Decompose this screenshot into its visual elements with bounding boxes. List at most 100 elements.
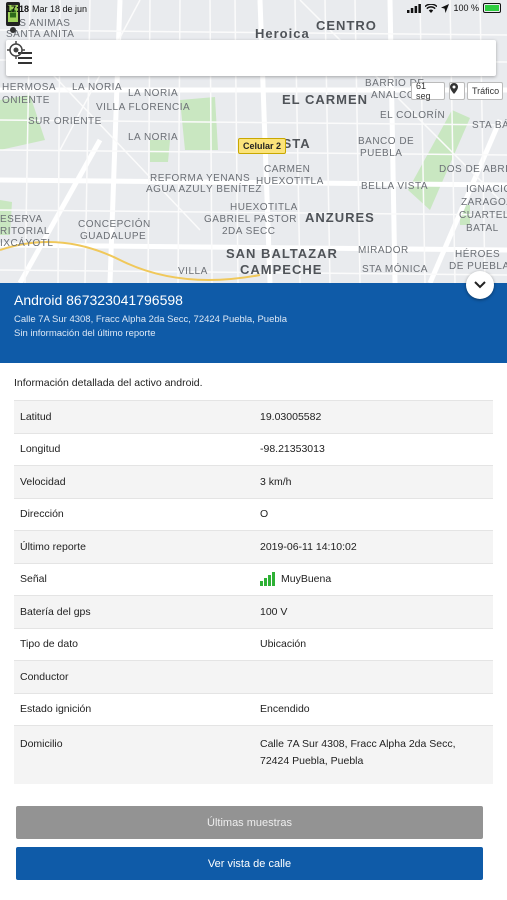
detail-key: Conductor — [14, 660, 254, 693]
detail-value — [254, 660, 493, 693]
map-label-major: CAMPECHE — [240, 262, 323, 277]
detail-value: 2019-06-11 14:10:02 — [254, 530, 493, 563]
collapse-panel-button[interactable] — [466, 271, 494, 299]
map-label: REFORMA — [150, 173, 204, 184]
signal-strength-icon — [260, 572, 275, 587]
map-label: STA MÓNICA — [362, 264, 428, 275]
detail-value: 19.03005582 — [254, 400, 493, 433]
map-label: BATAL — [466, 223, 499, 234]
map-label: Y BENÍTEZ — [206, 184, 262, 195]
map-label: VILLA — [178, 266, 208, 277]
map-label: HUEXOTITLA — [256, 176, 324, 187]
map-label: HUEXOTITLA — [230, 202, 298, 213]
table-row: Batería del gps 100 V — [14, 595, 493, 628]
detail-value: Ubicación — [254, 627, 493, 661]
table-row: Estado ignición Encendido — [14, 692, 493, 726]
map-label: DOS DE ABRIL — [439, 164, 507, 175]
map-label: CONCEPCIÓN — [78, 219, 151, 230]
battery-percent: 100 % — [453, 3, 479, 13]
map-label: LA NORIA — [72, 82, 123, 93]
refresh-interval-chip[interactable]: 61 seg — [411, 81, 445, 101]
map-label-major: CENTRO — [316, 18, 377, 33]
map-search-bar[interactable] — [6, 40, 496, 76]
table-row: Longitud -98.21353013 — [14, 432, 493, 466]
map-label: YENANS — [206, 173, 251, 184]
detail-value: -98.21353013 — [254, 432, 493, 466]
detail-value: O — [254, 497, 493, 531]
wifi-icon — [425, 3, 438, 13]
map-label: MIRADOR — [358, 245, 409, 256]
table-row: Último reporte 2019-06-11 14:10:02 — [14, 530, 493, 563]
map-label: HERMOSA — [2, 82, 57, 93]
detail-key: Tipo de dato — [14, 627, 254, 661]
details-intro: Información detallada del activo android… — [14, 377, 203, 389]
detail-key: Dirección — [14, 497, 254, 531]
ios-status-bar: 17:18 Mar 18 de jun 100 % — [0, 0, 507, 18]
map-label: LA NORIA — [128, 88, 179, 99]
detail-value: MuyBuena — [281, 573, 332, 586]
map-label: CARMEN — [264, 164, 311, 175]
map-label: HÉROES — [455, 249, 501, 260]
map-label: IGNACIO — [466, 184, 507, 195]
table-row: Señal MuyBuena — [14, 562, 493, 596]
status-time: 17:18 — [6, 4, 30, 14]
map-label-major: EL CARMEN — [282, 92, 369, 107]
map-label: GABRIEL PASTOR — [204, 214, 297, 225]
asset-header: Android 867323041796598 Calle 7A Sur 430… — [0, 283, 507, 363]
detail-key: Estado ignición — [14, 692, 254, 726]
detail-key: Último reporte — [14, 530, 254, 563]
detail-value: 100 V — [254, 595, 493, 628]
map-label: BANCO DE — [358, 136, 415, 147]
map-label-major: SAN BALTAZAR — [226, 246, 338, 261]
map-pin-icon — [450, 83, 458, 94]
detail-value: Encendido — [254, 692, 493, 726]
map-label: IXCÁYOTL — [0, 238, 54, 249]
traffic-toggle-button[interactable]: Tráfico — [467, 82, 503, 100]
map-label: VILLA FLORENCIA — [96, 102, 191, 113]
map-label: ANALCO — [371, 90, 416, 101]
map-label: PUEBLA — [360, 148, 403, 159]
map-label: ONIENTE — [2, 95, 50, 106]
table-row: Dirección O — [14, 497, 493, 531]
table-row: Conductor — [14, 660, 493, 693]
table-row: Tipo de dato Ubicación — [14, 627, 493, 661]
map-label: CUARTEL — [459, 210, 507, 221]
detail-key: Batería del gps — [14, 595, 254, 628]
map-label: ESERVA — [0, 214, 43, 225]
map-label-major: ANZURES — [305, 210, 375, 225]
cellular-signal-icon — [407, 3, 422, 13]
map-label: STA BÁ — [472, 120, 507, 131]
detail-key: Señal — [14, 562, 254, 596]
table-row: Latitud 19.03005582 — [14, 400, 493, 433]
detail-value: 3 km/h — [254, 465, 493, 498]
detail-key: Domicilio — [14, 725, 254, 784]
detail-key: Longitud — [14, 432, 254, 466]
asset-title: Android 867323041796598 — [14, 292, 183, 308]
detail-value: Calle 7A Sur 4308, Fracc Alpha 2da Secc,… — [254, 725, 493, 784]
map-label: RITORIAL — [0, 226, 50, 237]
detail-key: Latitud — [14, 400, 254, 433]
map-label: SUR ORIENTE — [28, 116, 102, 127]
table-row: Velocidad 3 km/h — [14, 465, 493, 498]
asset-last-report-note: Sin información del último reporte — [14, 328, 156, 339]
pin-toggle-button[interactable] — [449, 82, 465, 100]
map-label: ZARAGOZA — [461, 197, 507, 208]
map-label: EL COLORÍN — [380, 110, 446, 121]
asset-details-table: Latitud 19.03005582 Longitud -98.2135301… — [14, 400, 493, 784]
chevron-down-icon — [474, 281, 486, 289]
map-label: 2DA SECC — [222, 226, 276, 237]
my-location-icon[interactable] — [6, 40, 26, 60]
latest-samples-button[interactable]: Últimas muestras — [16, 806, 483, 839]
asset-address: Calle 7A Sur 4308, Fracc Alpha 2da Secc,… — [14, 314, 288, 325]
detail-value-cell: MuyBuena — [254, 562, 493, 596]
map-label: GUADALUPE — [80, 231, 147, 242]
map-label: AGUA AZUL — [146, 184, 207, 195]
status-date: Mar 18 de jun — [32, 4, 88, 14]
asset-marker-label[interactable]: Celular 2 — [238, 138, 287, 154]
map-label: BELLA VISTA — [361, 181, 429, 192]
street-view-button[interactable]: Ver vista de calle — [16, 847, 483, 880]
map-view[interactable]: LAS ANIMAS SANTA ANITA HERMOSA ONIENTE L… — [0, 0, 507, 283]
map-label-major: Heroica — [255, 26, 310, 41]
map-label: LA NORIA — [128, 132, 179, 143]
status-right-group: 100 % — [407, 3, 501, 13]
